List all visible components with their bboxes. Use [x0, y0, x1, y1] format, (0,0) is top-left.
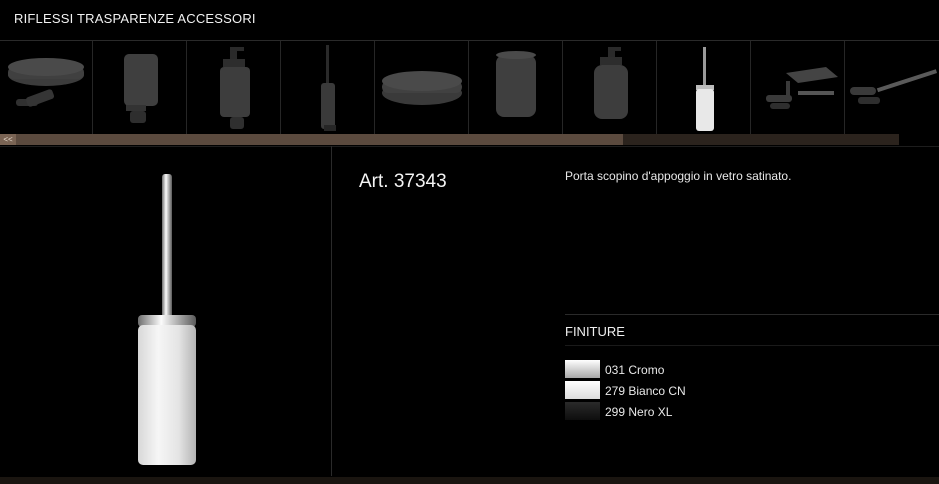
finish-swatch[interactable] [565, 402, 600, 420]
finishes-title-divider [565, 345, 939, 346]
thumb-soap-dispenser-freestanding[interactable] [564, 41, 657, 134]
product-description: Porta scopino d'appoggio in vetro satina… [565, 169, 792, 183]
thumb-soap-dispenser[interactable] [188, 41, 281, 134]
column-divider [331, 146, 332, 476]
thumb-soap-dish[interactable] [0, 41, 93, 134]
thumbnail-strip[interactable] [0, 41, 939, 134]
product-image [0, 147, 331, 477]
thumb-soap-dish-freestanding[interactable] [376, 41, 469, 134]
collection-title: RIFLESSI TRASPARENZE ACCESSORI [14, 11, 256, 26]
finish-swatch[interactable] [565, 360, 600, 378]
scroll-left-button[interactable]: << [0, 134, 16, 145]
footer-bar [0, 477, 939, 484]
page-header: RIFLESSI TRASPARENZE ACCESSORI [0, 0, 939, 40]
thumb-brush-holder-freestanding[interactable] [658, 41, 751, 134]
thumb-shelf[interactable] [752, 41, 845, 134]
thumb-tumbler-freestanding[interactable] [470, 41, 563, 134]
finishes-title: FINITURE [565, 324, 625, 339]
thumbnail-scrollbar[interactable]: << [0, 134, 899, 145]
thumb-towel-bar[interactable] [846, 41, 939, 134]
finish-label: 299 Nero XL [605, 405, 673, 419]
thumb-brush-holder-wall[interactable] [282, 41, 375, 134]
article-number: Art. 37343 [359, 171, 447, 192]
finish-label: 031 Cromo [605, 363, 665, 377]
thumb-tumbler[interactable] [94, 41, 187, 134]
scrollbar-thumb[interactable] [16, 134, 623, 145]
finish-label: 279 Bianco CN [605, 384, 686, 398]
finish-swatch[interactable] [565, 381, 600, 399]
finishes-divider [565, 314, 939, 315]
